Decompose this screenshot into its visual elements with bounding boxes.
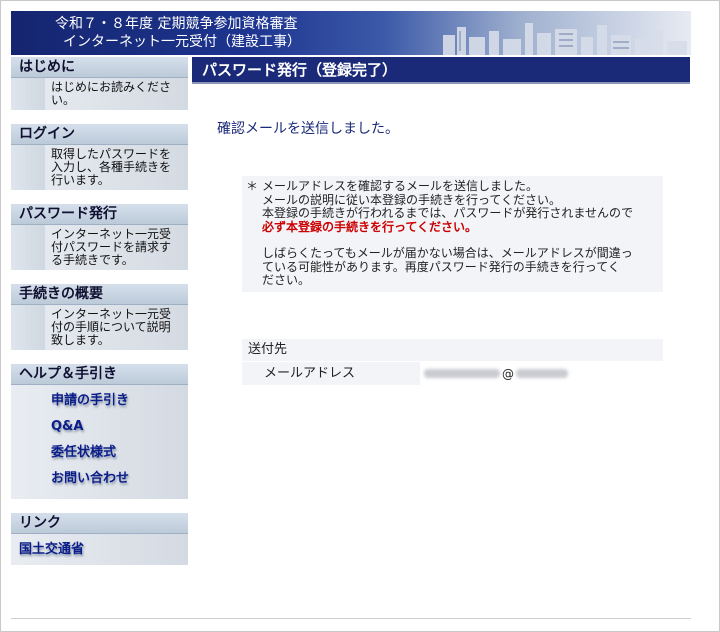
redacted-domain <box>516 369 568 378</box>
table-row: メールアドレス @ <box>242 361 663 385</box>
redacted-local-part <box>424 369 500 378</box>
sidebar-password-desc: インターネット一元受付パスワードを請求する手続きです。 <box>11 225 188 270</box>
email-value: @ <box>420 362 663 385</box>
sidebar-section-password: パスワード発行 インターネット一元受付パスワードを請求する手続きです。 <box>11 204 188 270</box>
sidebar: はじめに はじめにお読みください。 ログイン 取得したパスワードを入力し、各種手… <box>11 57 188 579</box>
sidebar-overview-desc: インターネット一元受付の手順について説明致します。 <box>11 305 188 350</box>
sidebar-links-title: リンク <box>11 513 188 534</box>
destination-table: 送付先 メールアドレス @ <box>242 339 663 385</box>
sidebar-intro-desc: はじめにお読みください。 <box>11 78 188 110</box>
sidebar-password-title[interactable]: パスワード発行 <box>11 204 188 225</box>
help-link-guide[interactable]: 申請の手引き <box>51 389 188 415</box>
sidebar-intro-text: はじめにお読みください。 <box>51 80 172 107</box>
sidebar-section-overview: 手続きの概要 インターネット一元受付の手順について説明致します。 <box>11 284 188 350</box>
notice-line: 本登録の手続きが行われるまでは、パスワードが発行されませんので <box>262 206 634 220</box>
city-skyline-icon <box>443 23 687 55</box>
sidebar-overview-text: インターネット一元受付の手順について説明致します。 <box>51 307 172 347</box>
sidebar-section-intro: はじめに はじめにお読みください。 <box>11 57 188 110</box>
sidebar-section-links: リンク 国土交通省 <box>11 513 188 565</box>
help-link-proxy-form[interactable]: 委任状様式 <box>51 441 188 467</box>
notice-box: ＊ メールアドレスを確認するメールを送信しました。 メールの説明に従い本登録の手… <box>242 176 663 292</box>
notice-emphasis: 必ず本登録の手続きを行ってください。 <box>262 219 478 234</box>
sidebar-login-title[interactable]: ログイン <box>11 124 188 145</box>
email-label: メールアドレス <box>242 362 420 385</box>
link-item: 国土交通省 <box>11 534 188 565</box>
notice-line: メールの説明に従い本登録の手続きを行ってください。 <box>262 192 562 207</box>
email-at-sign: @ <box>502 366 514 381</box>
footer-divider <box>11 618 691 619</box>
notice-line: メールアドレスを確認するメールを送信しました。 <box>262 179 539 193</box>
site-title-line1: 令和７・８年度 定期競争参加資格審査 <box>55 16 298 32</box>
help-link-faq[interactable]: Q&A <box>51 415 188 441</box>
link-mlit[interactable]: 国土交通省 <box>19 542 84 557</box>
destination-title: 送付先 <box>242 339 663 361</box>
asterisk-icon: ＊ <box>246 179 259 193</box>
sidebar-intro-title[interactable]: はじめに <box>11 57 188 78</box>
notice-line: ている可能性があります。再度パスワード発行の手続きを行ってく <box>262 259 620 274</box>
notice-line: ださい。 <box>262 273 311 287</box>
help-link-list: 申請の手引き Q&A 委任状様式 お問い合わせ <box>11 385 188 499</box>
sidebar-overview-title[interactable]: 手続きの概要 <box>11 284 188 305</box>
notice-text: メールアドレスを確認するメールを送信しました。 メールの説明に従い本登録の手続き… <box>262 179 657 288</box>
sidebar-section-login: ログイン 取得したパスワードを入力し、各種手続きを行います。 <box>11 124 188 190</box>
page-title: パスワード発行（登録完了） <box>192 57 690 84</box>
site-title-line2: インターネット一元受付（建設工事） <box>63 34 301 50</box>
sidebar-help-title: ヘルプ＆手引き <box>11 364 188 385</box>
site-title: 令和７・８年度 定期競争参加資格審査 インターネット一元受付（建設工事） <box>55 15 301 51</box>
help-link-contact[interactable]: お問い合わせ <box>51 467 188 493</box>
sidebar-password-text: インターネット一元受付パスワードを請求する手続きです。 <box>51 227 172 267</box>
header-banner: 令和７・８年度 定期競争参加資格審査 インターネット一元受付（建設工事） <box>11 11 691 55</box>
confirmation-message: 確認メールを送信しました。 <box>217 121 399 137</box>
sidebar-login-text: 取得したパスワードを入力し、各種手続きを行います。 <box>51 147 172 187</box>
notice-line: しばらくたってもメールが届かない場合は、メールアドレスが間違っ <box>262 246 633 260</box>
sidebar-section-help: ヘルプ＆手引き 申請の手引き Q&A 委任状様式 お問い合わせ <box>11 364 188 499</box>
sidebar-login-desc: 取得したパスワードを入力し、各種手続きを行います。 <box>11 145 188 190</box>
